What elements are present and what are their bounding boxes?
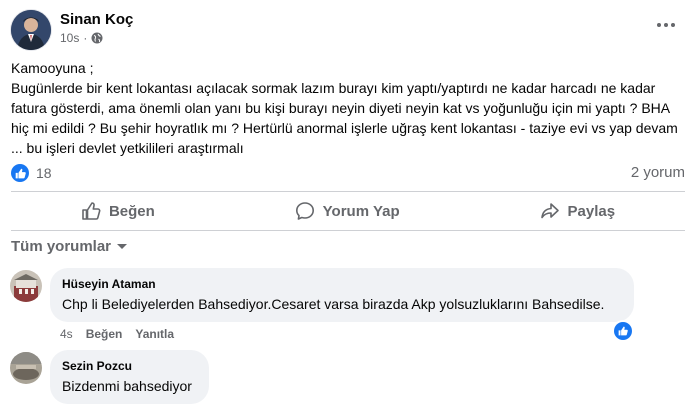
share-icon: [540, 203, 559, 219]
commenter-photo: [10, 352, 42, 384]
comment-bubble: Hüseyin Ataman Chp li Belediyelerden Bah…: [50, 268, 634, 322]
more-options-button[interactable]: [656, 18, 676, 32]
comment-sort-dropdown[interactable]: Tüm yorumlar: [11, 238, 128, 255]
like-icon: [82, 202, 101, 220]
like-button[interactable]: Beğen: [81, 201, 155, 221]
post-meta: 10s ·: [60, 31, 103, 45]
comment-like-button[interactable]: Beğen: [86, 327, 123, 341]
more-icon: [657, 23, 675, 27]
globe-icon: [91, 32, 103, 44]
comment-icon: [295, 202, 314, 220]
comment-avatar[interactable]: [10, 352, 42, 384]
share-button[interactable]: Paylaş: [540, 201, 616, 221]
author-avatar[interactable]: [11, 10, 51, 50]
comment-label: Yorum Yap: [322, 202, 400, 220]
post-text: Kamooyuna ; Bugünlerde bir kent lokantas…: [11, 60, 678, 156]
like-label: Beğen: [108, 202, 155, 220]
comment-avatar[interactable]: [10, 270, 42, 302]
comment-count[interactable]: 2 yorum: [631, 164, 685, 181]
comment-actions: 4s Beğen Yanıtla: [60, 327, 174, 341]
post-card: Sinan Koç 10s · Kamooyuna ; Bugünlerde b…: [0, 0, 694, 409]
comment-text: Chp li Belediyelerden Bahsediyor.Cesaret…: [62, 296, 605, 312]
comment-text: Bizdenmi bahsediyor: [62, 378, 192, 394]
reaction-count: 18: [36, 165, 52, 181]
chevron-down-icon: [117, 243, 128, 249]
comment-time[interactable]: 4s: [60, 327, 73, 341]
reaction-summary[interactable]: 18: [11, 164, 52, 182]
thumbs-up-icon: [618, 326, 628, 336]
comment-bubble: Sezin Pozcu Bizdenmi bahsediyor: [50, 350, 209, 404]
comment-author[interactable]: Hüseyin Ataman: [62, 276, 622, 292]
author-name[interactable]: Sinan Koç: [60, 11, 133, 28]
comment-reply-button[interactable]: Yanıtla: [135, 327, 174, 341]
thumbs-up-icon: [15, 168, 26, 178]
divider-bottom: [11, 230, 685, 231]
like-reaction-icon: [11, 164, 29, 182]
commenter-photo: [10, 270, 42, 302]
author-photo: [11, 10, 51, 50]
post-time[interactable]: 10s: [60, 31, 79, 45]
comment-button[interactable]: Yorum Yap: [295, 201, 400, 221]
sort-label: Tüm yorumlar: [11, 238, 112, 255]
comment-like-badge[interactable]: [614, 322, 632, 340]
comment-author[interactable]: Sezin Pozcu: [62, 358, 197, 374]
action-bar: Beğen Yorum Yap Paylaş: [11, 192, 685, 230]
share-label: Paylaş: [567, 202, 616, 220]
